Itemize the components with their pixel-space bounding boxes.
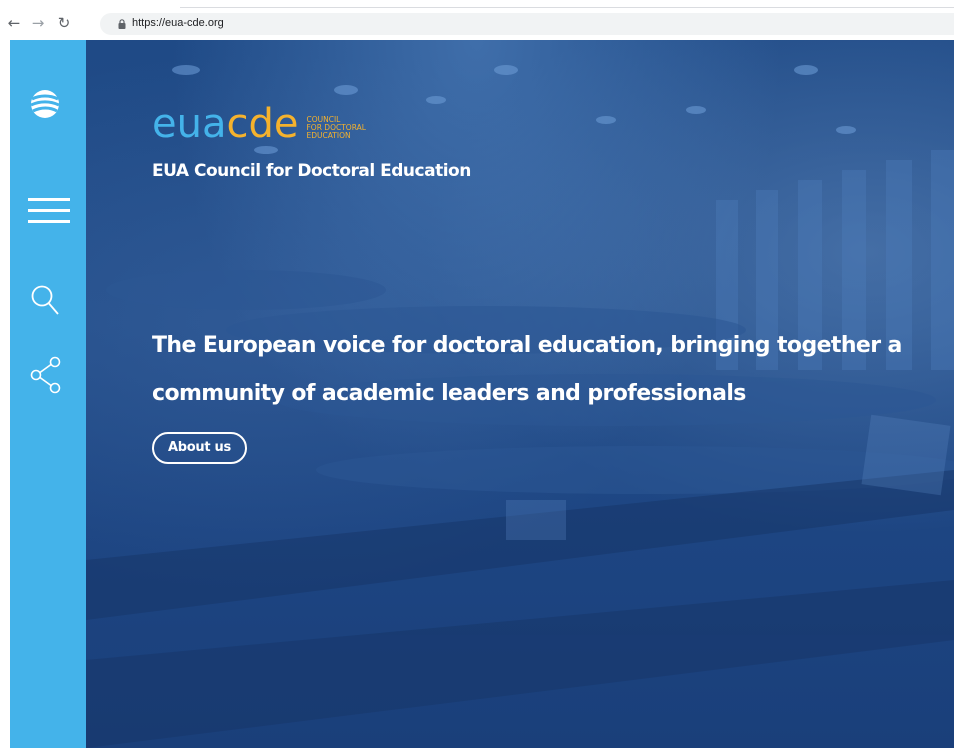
logo-wordmark-cde: cde: [226, 101, 299, 147]
logo-subtitle: COUNCIL FOR DOCTORAL EDUCATION: [306, 116, 365, 140]
address-bar[interactable]: https://eua-cde.org: [100, 13, 954, 35]
share-icon[interactable]: [30, 356, 62, 394]
browser-toolbar: ← → ↻ https://eua-cde.org: [0, 0, 954, 40]
logo-subtitle-line: EDUCATION: [306, 131, 351, 140]
forward-arrow-icon[interactable]: →: [30, 15, 46, 31]
search-icon[interactable]: [30, 284, 60, 316]
logo-wordmark-eua: eua: [152, 101, 227, 147]
hero-tagline-line: The European voice for doctoral educatio…: [152, 333, 902, 358]
site-logo[interactable]: euacde COUNCIL FOR DOCTORAL EDUCATION: [152, 104, 366, 144]
hero-banner: euacde COUNCIL FOR DOCTORAL EDUCATION EU…: [86, 40, 954, 748]
reload-icon[interactable]: ↻: [56, 15, 72, 31]
about-us-button[interactable]: About us: [152, 432, 247, 464]
lock-icon: [118, 19, 126, 29]
hamburger-menu-icon[interactable]: [28, 196, 70, 226]
site-name: EUA Council for Doctoral Education: [152, 161, 471, 181]
globe-logo-icon[interactable]: [28, 87, 62, 121]
page-viewport: euacde COUNCIL FOR DOCTORAL EDUCATION EU…: [10, 40, 954, 748]
tab-strip-divider: [180, 7, 954, 8]
back-arrow-icon[interactable]: ←: [6, 15, 22, 31]
hero-tagline-line: community of academic leaders and profes…: [152, 381, 746, 406]
url-text[interactable]: https://eua-cde.org: [132, 17, 224, 29]
sidebar: [10, 40, 86, 748]
logo-wordmark: euacde: [152, 104, 298, 144]
hero-tagline: The European voice for doctoral educatio…: [152, 322, 952, 418]
